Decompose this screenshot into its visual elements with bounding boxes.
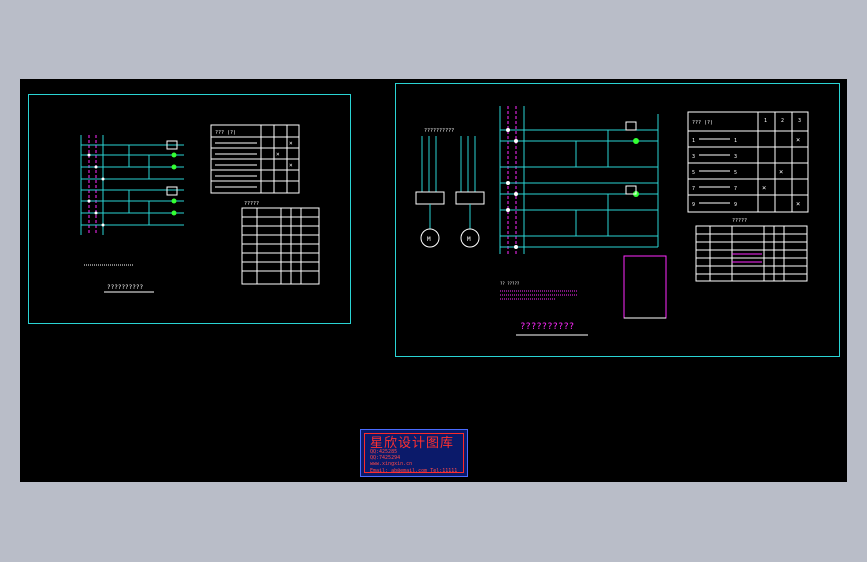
svg-text:2: 2 [781, 118, 784, 124]
left-contact-table: ??? (?) × × × [210, 124, 300, 194]
svg-text:3: 3 [692, 154, 695, 160]
svg-text:??? (?): ??? (?) [692, 120, 713, 126]
svg-text:×: × [276, 151, 280, 158]
left-spec-table: ????? [241, 201, 320, 285]
svg-text:×: × [796, 136, 800, 144]
right-sheet-note: ?? ????? [500, 281, 520, 286]
left-schematic: ?????????? ??? (?) × × × ????? [80, 124, 320, 293]
right-drawing-sheet[interactable]: ?????????? M M ?? ????? ?????????? ??? (… [395, 83, 840, 357]
svg-text:5: 5 [692, 170, 695, 176]
left-sheet-title: ?????????? [107, 284, 144, 291]
drawing-canvas[interactable]: ?????????? ??? (?) × × × ????? ?????????… [20, 79, 847, 482]
svg-text:?????: ????? [732, 218, 747, 224]
left-drawing-sheet[interactable]: ?????????? ??? (?) × × × ????? [28, 94, 351, 324]
svg-text:9: 9 [692, 202, 695, 208]
svg-text:×: × [796, 200, 800, 208]
watermark-line-4: Email: ab@email.com Tel:11111 [370, 468, 458, 474]
svg-text:1: 1 [764, 118, 767, 124]
svg-text:?????: ????? [244, 201, 259, 207]
right-contact-table: ??? (?) 1 2 3 1 1 3 3 5 5 7 7 9 9 × × × × [687, 111, 809, 213]
svg-text:??? (?): ??? (?) [215, 130, 236, 136]
svg-text:×: × [779, 168, 783, 176]
svg-text:5: 5 [734, 170, 737, 176]
watermark-stamp: 星欣设计图库 QQ:425285 QQ:7425294 www.xingxin.… [360, 429, 468, 477]
svg-text:×: × [289, 162, 293, 169]
right-spec-table: ????? [695, 218, 808, 282]
svg-text:M: M [467, 236, 471, 243]
watermark-line-3: www.xingxin.cn [370, 461, 413, 467]
svg-text:3: 3 [734, 154, 737, 160]
right-sheet-title: ?????????? [520, 322, 574, 332]
svg-text:1: 1 [734, 138, 737, 144]
component-outline-box [623, 255, 667, 319]
svg-text:×: × [762, 184, 766, 192]
right-schematic: ?????????? M M ?? ????? ?????????? ??? (… [415, 106, 809, 336]
svg-text:7: 7 [692, 186, 695, 192]
svg-text:9: 9 [734, 202, 737, 208]
motor-label: ?????????? [424, 128, 454, 134]
svg-text:7: 7 [734, 186, 737, 192]
svg-text:M: M [427, 236, 431, 243]
svg-text:3: 3 [798, 118, 801, 124]
svg-text:×: × [289, 140, 293, 147]
svg-text:1: 1 [692, 138, 695, 144]
